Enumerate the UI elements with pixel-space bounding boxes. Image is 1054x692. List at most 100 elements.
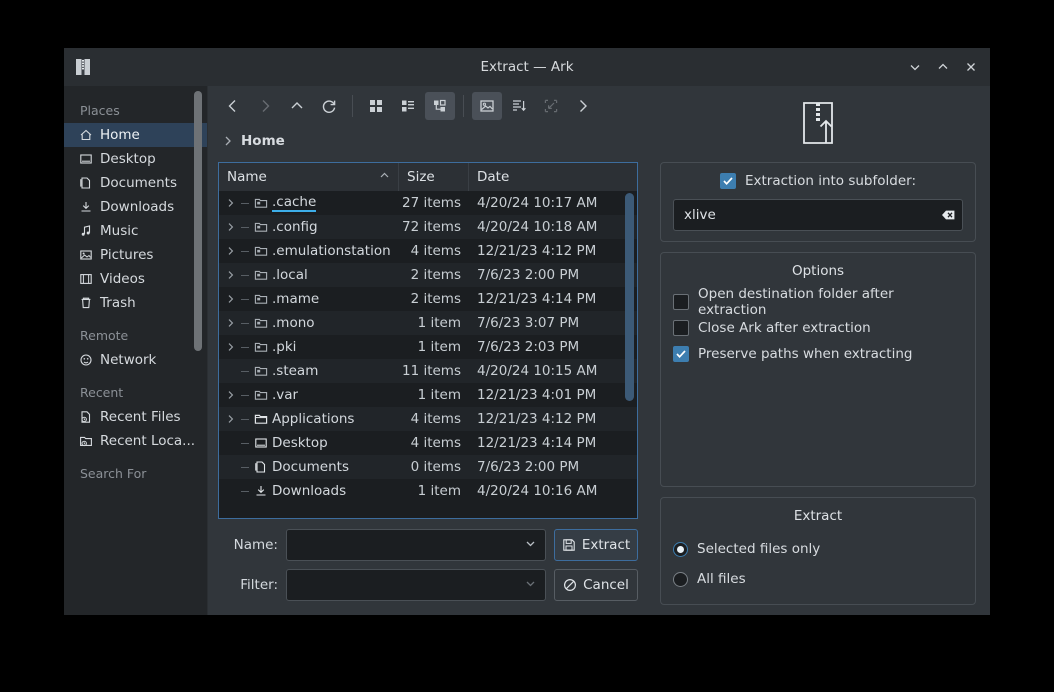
extract-archive-icon [660, 94, 976, 152]
column-header-size[interactable]: Size [399, 163, 469, 191]
reload-icon[interactable] [314, 92, 344, 120]
up-icon[interactable] [282, 92, 312, 120]
file-list-scrollbar[interactable] [625, 193, 634, 401]
all-files-radio[interactable] [673, 571, 688, 587]
tree-line [241, 394, 249, 396]
tree-line [241, 418, 249, 420]
sidebar-scrollbar[interactable] [194, 91, 202, 351]
table-row[interactable]: .cache 27 items 4/20/24 10:17 AM [219, 191, 637, 215]
cell-date: 12/21/23 4:14 PM [477, 435, 597, 451]
zoom-out-icon[interactable] [536, 92, 566, 120]
column-label-date: Date [477, 169, 510, 185]
option-label: Open destination folder after extraction [698, 286, 894, 318]
sort-icon[interactable] [504, 92, 534, 120]
toolbar-separator [352, 95, 353, 117]
detailed-view-icon[interactable] [425, 92, 455, 120]
compact-view-icon[interactable] [393, 92, 423, 120]
forward-icon[interactable] [250, 92, 280, 120]
table-row[interactable]: Applications 4 items 12/21/23 4:12 PM [219, 407, 637, 431]
open-destination-checkbox[interactable] [673, 294, 689, 310]
table-row[interactable]: .config 72 items 4/20/24 10:18 AM [219, 215, 637, 239]
close-ark-checkbox[interactable] [673, 320, 689, 336]
preview-icon[interactable] [472, 92, 502, 120]
cell-size: 2 items [410, 291, 461, 307]
column-label-name: Name [227, 169, 267, 185]
table-row[interactable]: .mame 2 items 12/21/23 4:14 PM [219, 287, 637, 311]
file-name: .config [272, 219, 318, 235]
overflow-icon[interactable] [568, 92, 598, 120]
back-icon[interactable] [218, 92, 248, 120]
table-row[interactable]: .var 1 item 12/21/23 4:01 PM [219, 383, 637, 407]
folder-hidden-icon [253, 388, 268, 403]
cell-size: 1 item [417, 387, 461, 403]
cell-date: 4/20/24 10:15 AM [477, 363, 598, 379]
trash-icon [78, 296, 93, 311]
filter-input[interactable] [286, 569, 546, 601]
table-row[interactable]: Desktop 4 items 12/21/23 4:14 PM [219, 431, 637, 455]
sidebar-item-label: Documents [100, 175, 177, 191]
expand-arrow-icon[interactable] [225, 414, 237, 424]
expand-arrow-icon[interactable] [225, 390, 237, 400]
table-row[interactable]: .emulationstation 4 items 12/21/23 4:12 PM [219, 239, 637, 263]
sidebar-item-network[interactable]: Network [64, 348, 208, 372]
cell-name: .emulationstation [219, 243, 399, 259]
column-header-name[interactable]: Name [219, 163, 399, 191]
cell-name: .var [219, 387, 399, 403]
close-icon[interactable] [958, 54, 984, 80]
icons-view-icon[interactable] [361, 92, 391, 120]
sidebar-item-desktop[interactable]: Desktop [64, 147, 208, 171]
sidebar-divider [207, 86, 208, 615]
subfolder-checkbox[interactable] [719, 173, 736, 189]
column-header-date[interactable]: Date [469, 163, 637, 191]
sidebar-item-music[interactable]: Music [64, 219, 208, 243]
extract-button[interactable]: Extract [554, 529, 638, 561]
folder-hidden-icon [253, 220, 268, 235]
expand-arrow-icon[interactable] [225, 294, 237, 304]
table-row[interactable]: .mono 1 item 7/6/23 3:07 PM [219, 311, 637, 335]
preserve-paths-checkbox[interactable] [673, 346, 689, 362]
selected-files-radio[interactable] [673, 541, 688, 557]
file-name: .steam [272, 363, 319, 379]
sidebar-item-recent-files[interactable]: Recent Files [64, 405, 208, 429]
radio-selected-files-only[interactable]: Selected files only [673, 534, 963, 564]
option-open-destination[interactable]: Open destination folder after extraction [673, 286, 963, 318]
clear-text-icon[interactable] [936, 208, 956, 222]
tree-line [241, 322, 249, 324]
expand-arrow-icon[interactable] [225, 270, 237, 280]
sidebar-item-trash[interactable]: Trash [64, 291, 208, 315]
table-row[interactable]: .steam 11 items 4/20/24 10:15 AM [219, 359, 637, 383]
table-row[interactable]: .local 2 items 7/6/23 2:00 PM [219, 263, 637, 287]
sidebar-item-pictures[interactable]: Pictures [64, 243, 208, 267]
subfolder-checkbox-row[interactable]: Extraction into subfolder: [673, 173, 963, 189]
expand-arrow-icon[interactable] [225, 318, 237, 328]
file-browser-pane: Home Name Size Date .cache 27 items 4/20… [208, 86, 650, 615]
table-row[interactable]: Documents 0 items 7/6/23 2:00 PM [219, 455, 637, 479]
table-row[interactable]: Downloads 1 item 4/20/24 10:16 AM [219, 479, 637, 503]
minimize-icon[interactable] [902, 54, 928, 80]
cancel-button[interactable]: Cancel [554, 569, 638, 601]
file-name: .local [272, 267, 308, 283]
sidebar-item-videos[interactable]: Videos [64, 267, 208, 291]
file-name: .mame [272, 291, 320, 307]
pictures-icon [78, 248, 93, 263]
option-preserve-paths[interactable]: Preserve paths when extracting [673, 341, 963, 367]
radio-all-files[interactable]: All files [673, 564, 963, 594]
maximize-icon[interactable] [930, 54, 956, 80]
sidebar-item-recent-locations[interactable]: Recent Loca... [64, 429, 208, 453]
table-row[interactable]: .pki 1 item 7/6/23 2:03 PM [219, 335, 637, 359]
sidebar-item-home[interactable]: Home [64, 123, 208, 147]
sidebar-item-downloads[interactable]: Downloads [64, 195, 208, 219]
archive-zip-icon [72, 56, 94, 78]
expand-arrow-icon[interactable] [225, 342, 237, 352]
breadcrumb-home[interactable]: Home [241, 133, 285, 149]
name-input[interactable] [286, 529, 546, 561]
folder-hidden-icon [253, 340, 268, 355]
sidebar-group-search-for: Search For [80, 466, 147, 481]
option-close-ark[interactable]: Close Ark after extraction [673, 315, 963, 341]
expand-arrow-icon[interactable] [225, 222, 237, 232]
expand-arrow-icon[interactable] [225, 246, 237, 256]
extract-dialog-window: Extract — Ark Places Home Desktop Docume… [64, 48, 990, 615]
subfolder-input[interactable]: xlive [673, 199, 963, 231]
sidebar-item-documents[interactable]: Documents [64, 171, 208, 195]
expand-arrow-icon[interactable] [225, 198, 237, 208]
